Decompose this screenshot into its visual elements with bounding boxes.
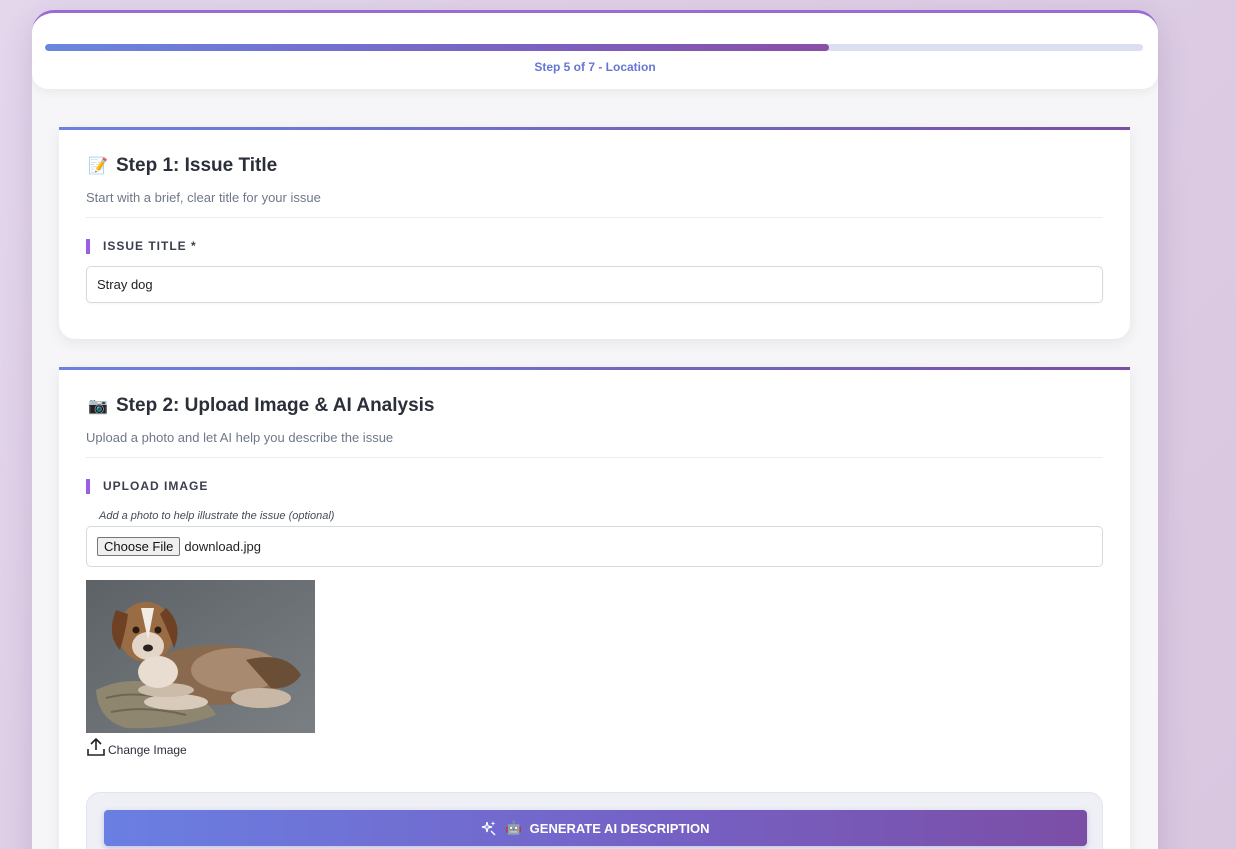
progress-header: Step 5 of 7 - Location	[32, 13, 1158, 89]
progress-bar-fill	[45, 44, 829, 51]
step2-title: Step 2: Upload Image & AI Analysis	[116, 395, 435, 416]
generate-ai-description-button[interactable]: 🤖 GENERATE AI DESCRIPTION	[104, 810, 1087, 846]
selected-file-name: download.jpg	[184, 539, 261, 554]
ai-button-label: GENERATE AI DESCRIPTION	[529, 820, 710, 836]
change-image-label: Change Image	[108, 743, 187, 757]
step1-subtitle: Start with a brief, clear title for your…	[86, 190, 321, 205]
dog-photo	[86, 580, 315, 733]
upload-icon	[87, 738, 105, 756]
issue-title-input[interactable]	[86, 266, 1103, 303]
progress-bar	[45, 44, 1143, 51]
image-preview	[86, 580, 315, 733]
file-input[interactable]: Choose File download.jpg	[86, 526, 1103, 567]
step2-heading: 📷 Step 2: Upload Image & AI Analysis	[88, 395, 435, 417]
upload-hint: Add a photo to help illustrate the issue…	[99, 510, 335, 522]
memo-icon: 📝	[88, 158, 108, 175]
form-container: Step 5 of 7 - Location 📝 Step 1: Issue T…	[32, 10, 1158, 849]
step1-card: 📝 Step 1: Issue Title Start with a brief…	[59, 127, 1130, 339]
step1-heading: 📝 Step 1: Issue Title	[88, 155, 277, 177]
choose-file-button[interactable]: Choose File	[97, 537, 181, 556]
progress-label: Step 5 of 7 - Location	[534, 60, 656, 74]
camera-icon: 📷	[88, 398, 108, 415]
issue-title-label: ISSUE TITLE *	[86, 239, 197, 254]
sparkles-icon	[482, 821, 496, 836]
step1-title: Step 1: Issue Title	[116, 155, 278, 176]
change-image-button[interactable]: Change Image	[86, 737, 187, 757]
ai-panel: 🤖 GENERATE AI DESCRIPTION	[86, 792, 1103, 849]
step2-card: 📷 Step 2: Upload Image & AI Analysis Upl…	[59, 367, 1130, 849]
divider	[86, 217, 1103, 218]
step2-subtitle: Upload a photo and let AI help you descr…	[86, 430, 394, 445]
divider	[86, 457, 1103, 458]
upload-image-label: UPLOAD IMAGE	[86, 479, 208, 494]
robot-icon: 🤖	[505, 820, 522, 835]
